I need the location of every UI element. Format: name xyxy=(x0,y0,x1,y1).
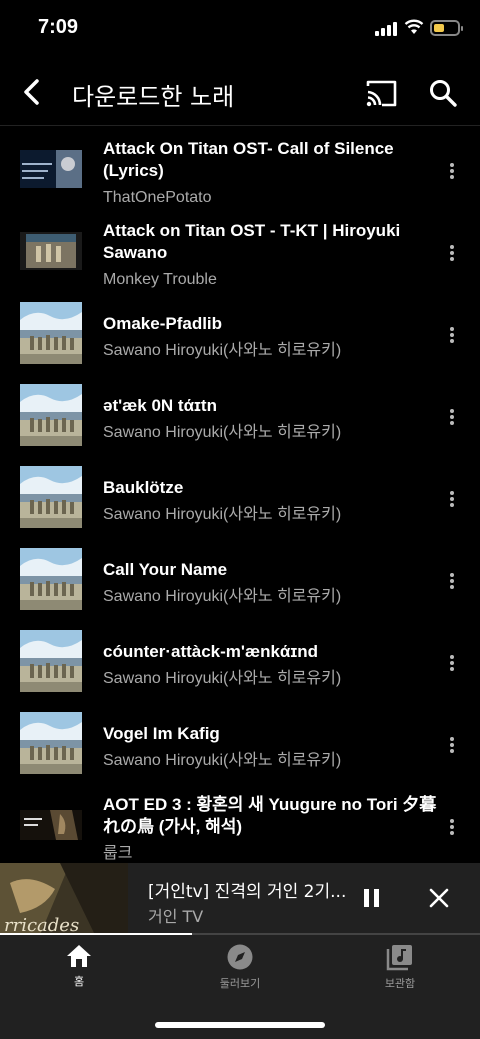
nav-explore[interactable]: 둘러보기 xyxy=(180,943,300,991)
status-time: 7:09 xyxy=(38,16,79,38)
song-thumbnail xyxy=(20,630,82,692)
song-artist: Sawano Hiroyuki(사와노 히로유키) xyxy=(103,670,342,687)
svg-text:rricades: rricades xyxy=(4,915,79,935)
song-thumbnail xyxy=(20,232,82,270)
song-artist: ThatOnePotato xyxy=(103,189,212,206)
song-artist: Sawano Hiroyuki(사와노 히로유키) xyxy=(103,752,342,769)
more-options-icon[interactable] xyxy=(444,735,460,755)
song-title: Vogel Im Kafig xyxy=(103,724,220,743)
song-thumbnail xyxy=(20,302,82,364)
song-row[interactable]: ət'æk 0N tάɪtn Sawano Hiroyuki(사와노 히로유키) xyxy=(0,374,480,456)
mini-player-artist: 거인 TV xyxy=(148,907,204,926)
song-title: Attack On Titan OST- Call of Silence (Ly… xyxy=(103,139,394,180)
song-thumbnail xyxy=(20,384,82,446)
nav-home-label: 홈 xyxy=(73,975,85,988)
song-row[interactable]: Attack On Titan OST- Call of Silence (Ly… xyxy=(0,128,480,210)
bottom-navigation: 홈 둘러보기 보관함 xyxy=(0,935,480,1039)
app-header: 다운로드한 노래 xyxy=(0,60,480,126)
close-player-button[interactable] xyxy=(426,885,452,911)
more-options-icon[interactable] xyxy=(444,243,460,263)
search-icon xyxy=(430,80,457,107)
signal-icon xyxy=(375,22,399,36)
home-icon xyxy=(67,945,91,967)
song-title: ət'æk 0N tάɪtn xyxy=(103,396,217,415)
song-row[interactable]: Vogel Im Kafig Sawano Hiroyuki(사와노 히로유키) xyxy=(0,702,480,784)
song-text: cóunter·attàck-m'ænkάɪnd Sawano Hiroyuki(… xyxy=(103,641,438,691)
page-title: 다운로드한 노래 xyxy=(72,83,235,111)
more-options-icon[interactable] xyxy=(444,161,460,181)
song-title: Omake-Pfadlib xyxy=(103,314,223,333)
more-options-icon[interactable] xyxy=(444,325,460,345)
song-title: AOT ED 3 : 황혼의 새 Yuugure no Tori 夕暮れの鳥 (… xyxy=(103,795,437,836)
song-thumbnail xyxy=(20,466,82,528)
song-text: Attack on Titan OST - T-KT | Hiroyuki Sa… xyxy=(103,220,438,292)
song-artist: Sawano Hiroyuki(사와노 히로유키) xyxy=(103,424,342,441)
song-thumbnail xyxy=(20,150,82,188)
more-options-icon[interactable] xyxy=(444,653,460,673)
song-row[interactable]: AOT ED 3 : 황혼의 새 Yuugure no Tori 夕暮れの鳥 (… xyxy=(0,784,480,863)
song-row[interactable]: Bauklötze Sawano Hiroyuki(사와노 히로유키) xyxy=(0,456,480,538)
song-title: Attack on Titan OST - T-KT | Hiroyuki Sa… xyxy=(103,221,401,262)
song-artist: 룹크 xyxy=(103,845,133,862)
song-text: Omake-Pfadlib Sawano Hiroyuki(사와노 히로유키) xyxy=(103,313,438,363)
nav-library[interactable]: 보관함 xyxy=(340,943,460,991)
downloaded-songs-list[interactable]: Attack On Titan OST- Call of Silence (Ly… xyxy=(0,128,480,863)
song-artist: Monkey Trouble xyxy=(103,271,217,288)
close-icon xyxy=(429,888,449,908)
nav-home[interactable]: 홈 xyxy=(19,943,139,989)
song-row[interactable]: Call Your Name Sawano Hiroyuki(사와노 히로유키) xyxy=(0,538,480,620)
compass-icon xyxy=(227,944,253,970)
home-indicator[interactable] xyxy=(155,1022,325,1028)
back-button[interactable] xyxy=(14,74,50,110)
status-bar: 7:09 xyxy=(0,0,480,60)
song-row[interactable]: cóunter·attàck-m'ænkάɪnd Sawano Hiroyuki(… xyxy=(0,620,480,702)
pause-icon xyxy=(364,889,369,907)
library-icon xyxy=(386,945,412,971)
nav-library-label: 보관함 xyxy=(384,977,416,990)
back-arrow-icon xyxy=(24,79,39,105)
song-text: Attack On Titan OST- Call of Silence (Ly… xyxy=(103,138,438,210)
song-text: Bauklötze Sawano Hiroyuki(사와노 히로유키) xyxy=(103,477,438,527)
more-options-icon[interactable] xyxy=(444,571,460,591)
cast-icon xyxy=(366,80,397,107)
song-row[interactable]: Omake-Pfadlib Sawano Hiroyuki(사와노 히로유키) xyxy=(0,292,480,374)
song-text: Call Your Name Sawano Hiroyuki(사와노 히로유키) xyxy=(103,559,438,609)
search-button[interactable] xyxy=(424,74,462,112)
song-thumbnail xyxy=(20,548,82,610)
song-text: Vogel Im Kafig Sawano Hiroyuki(사와노 히로유키) xyxy=(103,723,438,773)
song-artist: Sawano Hiroyuki(사와노 히로유키) xyxy=(103,506,342,523)
song-title: Bauklötze xyxy=(103,478,184,497)
nav-explore-label: 둘러보기 xyxy=(219,977,261,990)
song-text: AOT ED 3 : 황혼의 새 Yuugure no Tori 夕暮れの鳥 (… xyxy=(103,794,438,863)
battery-icon xyxy=(430,20,463,36)
mini-player-title: [거인tv] 진격의 거인 2기... xyxy=(148,882,347,902)
song-artist: Sawano Hiroyuki(사와노 히로유키) xyxy=(103,342,342,359)
pause-button[interactable] xyxy=(360,887,384,911)
song-text: ət'æk 0N tάɪtn Sawano Hiroyuki(사와노 히로유키) xyxy=(103,395,438,445)
cast-button[interactable] xyxy=(362,76,400,110)
more-options-icon[interactable] xyxy=(444,489,460,509)
song-artist: Sawano Hiroyuki(사와노 히로유키) xyxy=(103,588,342,605)
song-thumbnail xyxy=(20,794,82,856)
song-row[interactable]: Attack on Titan OST - T-KT | Hiroyuki Sa… xyxy=(0,210,480,292)
mini-player[interactable]: rricades [거인tv] 진격의 거인 2기... 거인 TV xyxy=(0,863,480,935)
mini-player-thumbnail[interactable]: rricades xyxy=(0,863,128,935)
more-options-icon[interactable] xyxy=(444,817,460,837)
more-options-icon[interactable] xyxy=(444,407,460,427)
wifi-icon xyxy=(404,19,424,34)
song-title: cóunter·attàck-m'ænkάɪnd xyxy=(103,642,319,661)
song-thumbnail xyxy=(20,712,82,774)
song-title: Call Your Name xyxy=(103,560,228,579)
